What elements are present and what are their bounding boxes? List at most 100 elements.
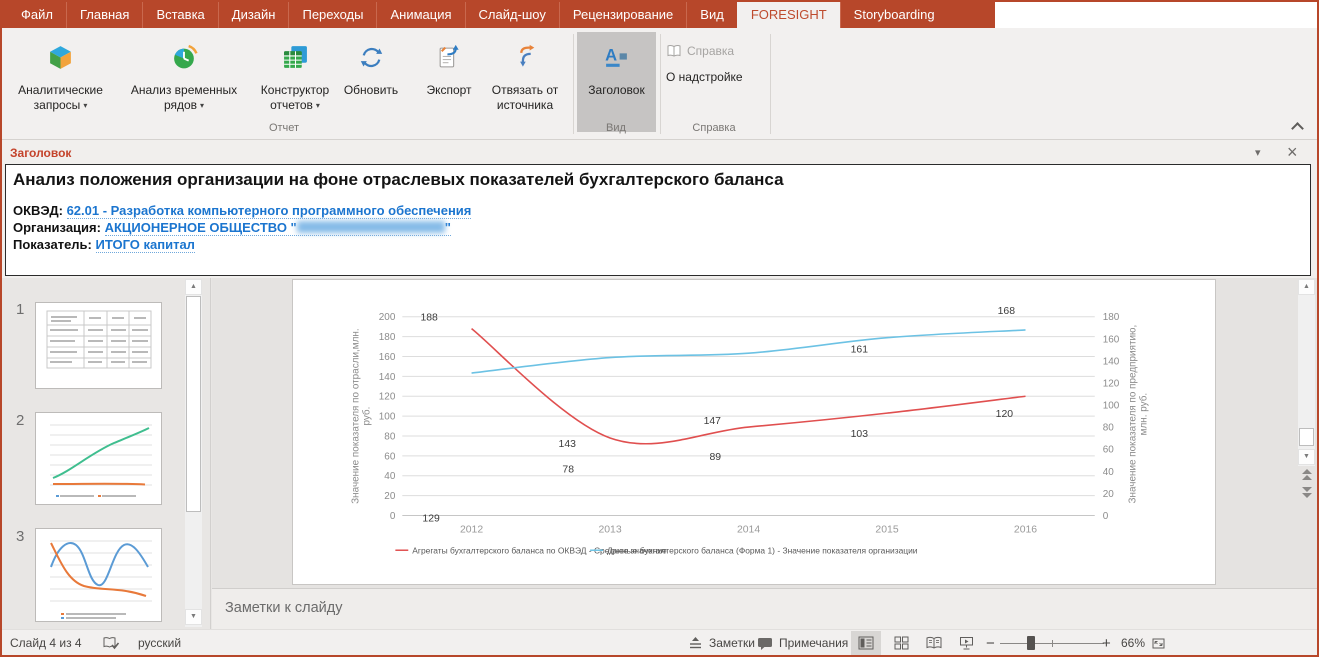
svg-text:147: 147 xyxy=(704,416,722,427)
organization-label: Организация: xyxy=(13,220,101,235)
zoom-level[interactable]: 66% xyxy=(1121,630,1145,656)
about-addin-button[interactable]: О надстройке xyxy=(666,66,743,88)
tab-переходы[interactable]: Переходы xyxy=(288,2,376,28)
tab-анимация[interactable]: Анимация xyxy=(376,2,464,28)
svg-text:Значение показателя по предпри: Значение показателя по предприятию,млн. … xyxy=(1127,325,1149,504)
tab-главная[interactable]: Главная xyxy=(66,2,142,28)
slide-thumbnail-2[interactable] xyxy=(35,412,162,505)
slide-counter: Слайд 4 из 4 xyxy=(10,630,82,656)
header-content-box: Анализ положения организации на фоне отр… xyxy=(5,164,1311,276)
notes-toggle-button[interactable]: Заметки xyxy=(688,630,755,656)
reading-view-button[interactable] xyxy=(919,631,949,655)
analytical-queries-button[interactable]: Аналитическиезапросы▾ xyxy=(4,32,117,132)
button-label: Заголовок xyxy=(577,83,656,98)
button-label: отчетов▾ xyxy=(249,98,341,113)
next-slide-button[interactable] xyxy=(1300,486,1314,498)
group-label-view: Вид xyxy=(606,122,626,134)
thumbnail-preview-chart xyxy=(36,529,161,621)
svg-text:2014: 2014 xyxy=(737,524,760,535)
group-label-report: Отчет xyxy=(269,122,299,134)
svg-text:129: 129 xyxy=(422,513,440,524)
svg-text:2016: 2016 xyxy=(1014,524,1037,535)
export-button[interactable]: Экспорт xyxy=(420,32,478,132)
notes-placeholder: Заметки к слайду xyxy=(225,600,342,616)
indicator-label: Показатель: xyxy=(13,237,92,252)
slideshow-view-button[interactable] xyxy=(951,631,981,655)
current-slide: 0204060801001201401601802000204060801001… xyxy=(292,279,1216,585)
zoom-out-button[interactable]: − xyxy=(986,630,995,656)
svg-text:60: 60 xyxy=(1103,445,1115,456)
tab-файл[interactable]: Файл xyxy=(8,2,66,28)
comments-toggle-label: Примечания xyxy=(779,636,848,650)
svg-text:80: 80 xyxy=(384,431,396,442)
svg-text:120: 120 xyxy=(379,392,396,403)
group-label-help: Справка xyxy=(692,122,735,134)
header-toggle-button[interactable]: A Заголовок xyxy=(577,32,656,132)
tab-storyboarding[interactable]: Storyboarding xyxy=(840,2,948,28)
pane-menu-icon[interactable]: ▾ xyxy=(1255,146,1261,159)
refresh-button[interactable]: Обновить xyxy=(342,32,400,132)
help-button[interactable]: Справка xyxy=(666,40,734,62)
pane-close-icon[interactable]: × xyxy=(1287,142,1298,163)
time-series-analysis-button[interactable]: Анализ временныхрядов▾ xyxy=(119,32,249,132)
svg-text:161: 161 xyxy=(851,345,869,356)
notes-panel[interactable]: Заметки к слайду xyxy=(212,588,1317,629)
status-bar: Слайд 4 из 4 русский Заметки Примечания … xyxy=(0,629,1319,655)
slide-number: 1 xyxy=(16,301,24,318)
previous-slide-button[interactable] xyxy=(1300,469,1314,481)
button-label: Обновить xyxy=(342,83,400,98)
dropdown-caret-icon: ▾ xyxy=(83,101,87,110)
indicator-link[interactable]: ИТОГО капитал xyxy=(96,237,195,253)
language-indicator[interactable]: русский xyxy=(138,630,181,656)
zoom-slider-handle[interactable] xyxy=(1027,636,1035,650)
thumbnail-preview-chart xyxy=(36,413,161,504)
svg-text:80: 80 xyxy=(1103,423,1115,434)
scroll-down-button[interactable]: ▼ xyxy=(1298,449,1315,465)
slide-chart[interactable]: 0204060801001201401601802000204060801001… xyxy=(293,280,1215,584)
svg-text:168: 168 xyxy=(998,306,1016,317)
scrollbar-thumb[interactable] xyxy=(186,296,201,512)
organization-row: Организация: АКЦИОНЕРНОЕ ОБЩЕСТВО "" xyxy=(13,219,1303,236)
tab-слайд-шоу[interactable]: Слайд-шоу xyxy=(465,2,559,28)
thumbnail-preview-table xyxy=(36,303,161,388)
zoom-slider[interactable] xyxy=(1000,631,1104,655)
comments-toggle-button[interactable]: Примечания xyxy=(757,630,848,656)
organization-link[interactable]: АКЦИОНЕРНОЕ ОБЩЕСТВО "" xyxy=(105,220,451,236)
tab-вставка[interactable]: Вставка xyxy=(142,2,217,28)
zoom-in-button[interactable]: + xyxy=(1102,630,1111,656)
button-label: Экспорт xyxy=(420,83,478,98)
ribbon-group-separator xyxy=(770,34,771,134)
scroll-down-button[interactable]: ▼ xyxy=(185,609,202,625)
scroll-up-button[interactable]: ▲ xyxy=(1298,279,1315,295)
tab-рецензирование[interactable]: Рецензирование xyxy=(559,2,686,28)
scroll-up-button[interactable]: ▲ xyxy=(185,279,202,295)
svg-text:40: 40 xyxy=(1103,467,1115,478)
collapse-ribbon-icon[interactable] xyxy=(1291,122,1304,135)
slide-sorter-view-button[interactable] xyxy=(886,631,916,655)
slide-number: 2 xyxy=(16,412,24,429)
report-builder-button[interactable]: Конструкторотчетов▾ xyxy=(249,32,341,132)
scrollbar-thumb[interactable] xyxy=(1299,428,1314,446)
indicator-row: Показатель: ИТОГО капитал xyxy=(13,236,1303,253)
tab-дизайн[interactable]: Дизайн xyxy=(218,2,289,28)
fit-to-window-button[interactable] xyxy=(1146,631,1170,655)
notes-icon xyxy=(688,636,703,650)
unlink-from-source-button[interactable]: Отвязать отисточника xyxy=(480,32,570,132)
slide-thumbnail-1[interactable] xyxy=(35,302,162,389)
svg-text:180: 180 xyxy=(1103,312,1120,323)
svg-text:100: 100 xyxy=(1103,401,1120,412)
okved-label: ОКВЭД: xyxy=(13,203,63,218)
svg-text:78: 78 xyxy=(562,465,574,476)
svg-text:2015: 2015 xyxy=(875,524,898,535)
button-label: О надстройке xyxy=(666,70,743,84)
normal-view-button[interactable] xyxy=(851,631,881,655)
ribbon-group-separator xyxy=(573,34,574,134)
spellcheck-icon[interactable] xyxy=(103,630,120,656)
okved-link[interactable]: 62.01 - Разработка компьютерного програм… xyxy=(67,203,472,219)
clock-icon xyxy=(119,32,249,72)
slide-thumbnail-3[interactable] xyxy=(35,528,162,622)
ribbon-tabs: ФайлГлавнаяВставкаДизайнПереходыАнимация… xyxy=(8,2,948,28)
tab-вид[interactable]: Вид xyxy=(686,2,737,28)
svg-text:100: 100 xyxy=(379,412,396,423)
tab-foresight[interactable]: FORESIGHT xyxy=(737,2,840,28)
